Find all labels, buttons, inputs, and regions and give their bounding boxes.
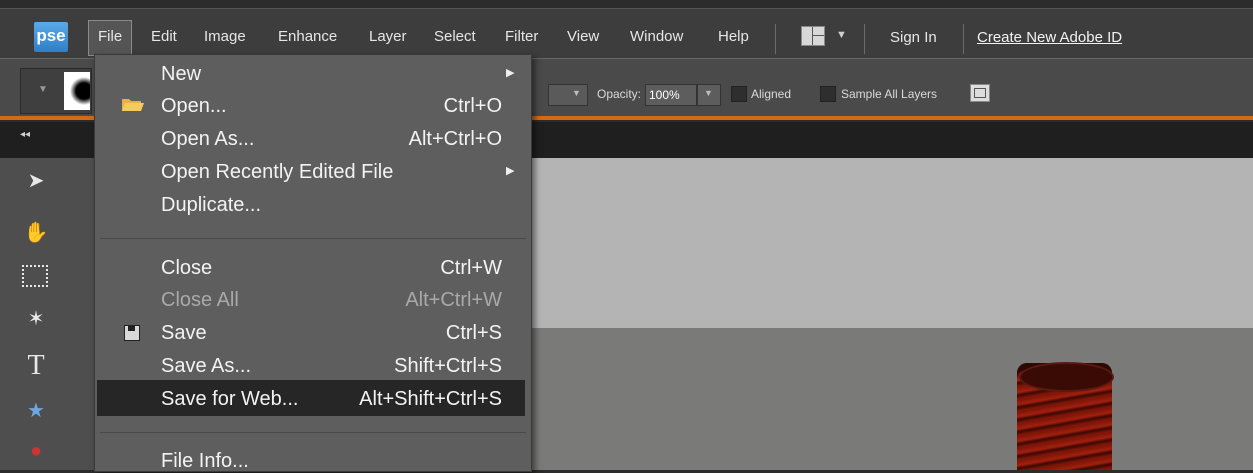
menu-file[interactable]: File: [98, 28, 122, 45]
create-adobe-id-link[interactable]: Create New Adobe ID: [977, 29, 1122, 46]
hand-tool-icon[interactable]: ✋: [22, 220, 50, 245]
photo-bottle-cap: [1019, 362, 1114, 392]
menu-item-open[interactable]: Open...: [161, 95, 227, 118]
menu-layer[interactable]: Layer: [369, 28, 407, 45]
menu-item-save-as[interactable]: Save As...: [161, 355, 251, 378]
app-logo: pse: [34, 22, 68, 52]
mode-dropdown[interactable]: [548, 84, 588, 106]
menu-item-close-all: Close All: [161, 289, 239, 311]
chevron-down-icon[interactable]: ▼: [704, 88, 713, 98]
brush-preview-icon[interactable]: [64, 72, 90, 110]
sign-in-link[interactable]: Sign In: [890, 29, 937, 46]
menu-separator: [100, 432, 526, 433]
menu-item-save-for-web[interactable]: Save for Web...: [161, 388, 298, 411]
menu-item-save[interactable]: Save: [161, 322, 207, 345]
aligned-label: Aligned: [751, 87, 792, 101]
shortcut-save-for-web: Alt+Shift+Ctrl+S: [359, 388, 502, 410]
move-tool-icon[interactable]: ➤: [22, 168, 50, 193]
sample-all-layers-checkbox[interactable]: [820, 86, 836, 102]
opacity-value[interactable]: 100%: [649, 88, 680, 102]
shortcut-save: Ctrl+S: [445, 322, 502, 344]
menu-item-open-as[interactable]: Open As...: [161, 128, 254, 151]
collapse-panel-icon[interactable]: ◂◂: [20, 129, 30, 140]
shortcut-close-all: Alt+Ctrl+W: [405, 289, 502, 311]
shape-tool-icon[interactable]: ★: [22, 398, 50, 423]
menu-item-open-recent[interactable]: Open Recently Edited File: [161, 161, 393, 184]
workspace-layout-icon[interactable]: [801, 26, 825, 46]
chevron-down-icon[interactable]: ▼: [836, 29, 847, 41]
shortcut-open-as: Alt+Ctrl+O: [408, 128, 502, 150]
menu-item-duplicate[interactable]: Duplicate...: [161, 194, 261, 217]
menu-item-new[interactable]: New: [161, 63, 201, 86]
chevron-down-icon[interactable]: ▼: [38, 84, 48, 95]
menu-image[interactable]: Image: [204, 28, 246, 45]
aligned-checkbox[interactable]: [731, 86, 747, 102]
magic-wand-tool-icon[interactable]: ✶: [22, 306, 50, 331]
menu-select[interactable]: Select: [434, 28, 476, 45]
menu-enhance[interactable]: Enhance: [278, 28, 337, 45]
menubar-divider: [963, 24, 964, 54]
red-eye-tool-icon[interactable]: ●: [22, 440, 50, 463]
menu-separator: [100, 238, 526, 239]
menu-edit[interactable]: Edit: [151, 28, 177, 45]
menu-window[interactable]: Window: [630, 28, 683, 45]
chevron-down-icon[interactable]: ▼: [572, 88, 581, 98]
submenu-arrow-icon: ▶: [506, 165, 515, 177]
menu-view[interactable]: View: [567, 28, 599, 45]
submenu-arrow-icon: ▶: [506, 67, 515, 79]
type-tool-icon[interactable]: T: [22, 350, 50, 382]
menu-item-close[interactable]: Close: [161, 257, 212, 280]
menu-filter[interactable]: Filter: [505, 28, 538, 45]
sample-all-layers-label: Sample All Layers: [841, 87, 938, 101]
menu-help[interactable]: Help: [718, 28, 749, 45]
floppy-disk-icon: [124, 325, 140, 341]
marquee-tool-icon[interactable]: [22, 265, 48, 287]
menubar-divider: [864, 24, 865, 54]
shortcut-open: Ctrl+O: [443, 95, 502, 117]
layers-icon[interactable]: [970, 84, 990, 102]
shortcut-close: Ctrl+W: [440, 257, 502, 279]
menubar-divider: [775, 24, 776, 54]
folder-icon: [122, 99, 144, 111]
opacity-label: Opacity:: [597, 87, 642, 101]
shortcut-save-as: Shift+Ctrl+S: [394, 355, 502, 377]
